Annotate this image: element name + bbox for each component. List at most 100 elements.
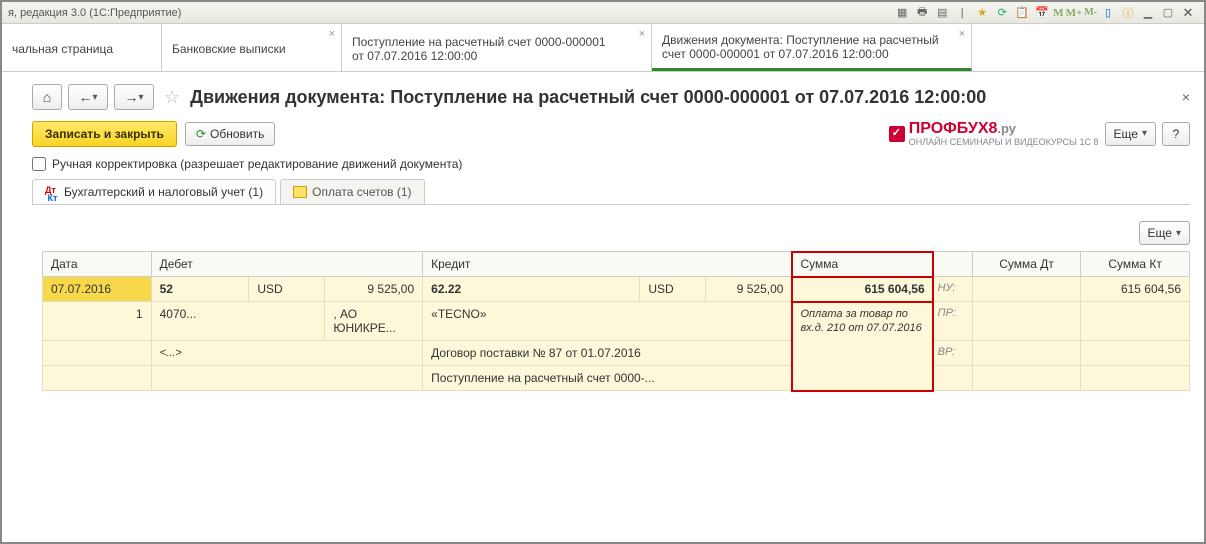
- refresh-button[interactable]: ⟳ Обновить: [185, 122, 275, 146]
- logo-mark-icon: [889, 126, 905, 142]
- cell-debit-sub: 4070...: [151, 302, 325, 341]
- cell-debit-sub2: , АО ЮНИКРЕ...: [325, 302, 423, 341]
- manual-edit-label: Ручная корректировка (разрешает редактир…: [52, 157, 462, 171]
- tb-icon-doc[interactable]: ▤: [934, 5, 950, 21]
- forward-button[interactable]: → ▾: [114, 84, 154, 110]
- window-close-icon[interactable]: ✕: [1180, 5, 1196, 21]
- col-date[interactable]: Дата: [43, 252, 152, 277]
- page-title: Движения документа: Поступление на расче…: [190, 87, 986, 108]
- help-button[interactable]: ?: [1162, 122, 1190, 146]
- page-close-icon[interactable]: ×: [1182, 89, 1190, 105]
- cell-empty: [1081, 341, 1190, 366]
- calendar-icon[interactable]: 📅: [1034, 5, 1050, 21]
- cell-empty: [1081, 302, 1190, 341]
- manual-edit-checkbox[interactable]: [32, 157, 46, 171]
- maximize-icon[interactable]: ▢: [1160, 5, 1176, 21]
- col-credit[interactable]: Кредит: [423, 252, 792, 277]
- save-close-button[interactable]: Записать и закрыть: [32, 121, 177, 147]
- tab-label: Банковские выписки: [172, 42, 331, 56]
- tab-label-line2: счет 0000-000001 от 07.07.2016 12:00:00: [662, 47, 961, 61]
- window-titlebar: я, редакция 3.0 (1С:Предприятие) ▦ 🖶 ▤ |…: [2, 2, 1204, 24]
- cell-empty: [972, 302, 1081, 341]
- tab-start-page[interactable]: чальная страница: [2, 24, 162, 71]
- cell-empty: [43, 341, 152, 366]
- tab-receipt-doc[interactable]: Поступление на расчетный счет 0000-00000…: [342, 24, 652, 71]
- cell-debit-acc: 52: [151, 277, 249, 302]
- info-icon[interactable]: ⓘ: [1120, 5, 1136, 21]
- tab-label: Поступление на расчетный счет 0000-00000…: [352, 35, 641, 49]
- tab-close-icon[interactable]: ×: [329, 28, 335, 40]
- tab-label-line2: от 07.07.2016 12:00:00: [352, 49, 641, 63]
- tab-doc-movements[interactable]: Движения документа: Поступление на расче…: [652, 24, 972, 71]
- font-plus-icon[interactable]: M+: [1066, 7, 1083, 19]
- font-minus-icon[interactable]: M-: [1084, 7, 1097, 18]
- cell-empty: [151, 366, 423, 391]
- cell-debit-cur: USD: [249, 277, 325, 302]
- cell-date: 07.07.2016: [43, 277, 152, 302]
- logo-suffix: .ру: [997, 121, 1016, 136]
- logo-tagline: ОНЛАЙН СЕМИНАРЫ И ВИДЕОКУРСЫ 1С 8: [909, 138, 1099, 147]
- table-row[interactable]: 07.07.2016 52 USD 9 525,00 62.22 USD 9 5…: [43, 277, 1190, 302]
- cell-credit-sub: «TECNO»: [423, 302, 792, 341]
- cell-desc: Оплата за товар по вх.д. 210 от 07.07.20…: [792, 302, 933, 391]
- cell-empty: [1081, 366, 1190, 391]
- favorite-star-icon[interactable]: ☆: [164, 87, 180, 108]
- inner-tab-payments[interactable]: Оплата счетов (1): [280, 179, 424, 204]
- col-spacer: [933, 252, 972, 277]
- table-row[interactable]: <...> Договор поставки № 87 от 01.07.201…: [43, 341, 1190, 366]
- inner-tab-label: Оплата счетов (1): [312, 185, 411, 199]
- window-title: я, редакция 3.0 (1С:Предприятие): [8, 7, 181, 19]
- tab-close-icon[interactable]: ×: [639, 28, 645, 40]
- cell-sumkt: 615 604,56: [1081, 277, 1190, 302]
- cell-empty: [43, 366, 152, 391]
- tb-icon-print[interactable]: 🖶: [914, 5, 930, 21]
- news-icon[interactable]: 📋: [1014, 5, 1030, 21]
- back-button[interactable]: ← ▾: [68, 84, 108, 110]
- cell-sum: 615 604,56: [792, 277, 933, 302]
- more-label: Еще: [1148, 226, 1172, 240]
- inner-tab-accounting[interactable]: Дт Кт Бухгалтерский и налоговый учет (1): [32, 179, 276, 204]
- more-button[interactable]: Еще ▾: [1105, 122, 1156, 146]
- cell-empty: [933, 366, 972, 391]
- brand-logo: ПРОФБУХ8.ру ОНЛАЙН СЕМИНАРЫ И ВИДЕОКУРСЫ…: [889, 120, 1099, 147]
- tab-label: Движения документа: Поступление на расче…: [662, 33, 961, 47]
- cell-empty: [972, 366, 1081, 391]
- cell-pr-label: ПР:: [933, 302, 972, 341]
- refresh-icon: ⟳: [196, 127, 206, 141]
- logo-text: ПРОФБУХ8: [909, 120, 998, 137]
- doc-icon: [293, 186, 307, 198]
- cell-credit-cur: USD: [640, 277, 705, 302]
- cell-credit-acc: 62.22: [423, 277, 640, 302]
- more-label: Еще: [1114, 127, 1138, 141]
- cell-debit-amt: 9 525,00: [325, 277, 423, 302]
- minimize-icon[interactable]: ▁: [1140, 5, 1156, 21]
- star-icon[interactable]: ★: [974, 5, 990, 21]
- tab-label: чальная страница: [12, 42, 151, 56]
- tab-bank-statements[interactable]: Банковские выписки ×: [162, 24, 342, 71]
- table-row[interactable]: Поступление на расчетный счет 0000-...: [43, 366, 1190, 391]
- tb-icon-sep: |: [954, 5, 970, 21]
- tab-close-icon[interactable]: ×: [959, 28, 965, 40]
- layout-icon[interactable]: ▯: [1100, 5, 1116, 21]
- col-sumkt[interactable]: Сумма Кт: [1081, 252, 1190, 277]
- tb-icon-grid[interactable]: ▦: [894, 5, 910, 21]
- table-row[interactable]: 1 4070... , АО ЮНИКРЕ... «TECNO» Оплата …: [43, 302, 1190, 341]
- cell-credit-sub: Договор поставки № 87 от 01.07.2016: [423, 341, 792, 366]
- grid-more-button[interactable]: Еще ▾: [1139, 221, 1190, 245]
- link-icon[interactable]: ⟳: [994, 5, 1010, 21]
- app-tabs: чальная страница Банковские выписки × По…: [2, 24, 1204, 72]
- cell-empty: [972, 341, 1081, 366]
- col-sumdt[interactable]: Сумма Дт: [972, 252, 1081, 277]
- col-debit[interactable]: Дебет: [151, 252, 423, 277]
- cell-vr-label: ВР:: [933, 341, 972, 366]
- cell-nu-label: НУ:: [933, 277, 972, 302]
- table-header-row: Дата Дебет Кредит Сумма Сумма Дт Сумма К…: [43, 252, 1190, 277]
- refresh-label: Обновить: [210, 127, 264, 141]
- col-sum[interactable]: Сумма: [792, 252, 933, 277]
- cell-sumdt: [972, 277, 1081, 302]
- inner-tab-label: Бухгалтерский и налоговый учет (1): [64, 185, 263, 199]
- cell-credit-amt: 9 525,00: [705, 277, 792, 302]
- cell-row-num: 1: [43, 302, 152, 341]
- home-button[interactable]: ⌂: [32, 84, 62, 110]
- font-normal-icon[interactable]: M: [1053, 7, 1063, 19]
